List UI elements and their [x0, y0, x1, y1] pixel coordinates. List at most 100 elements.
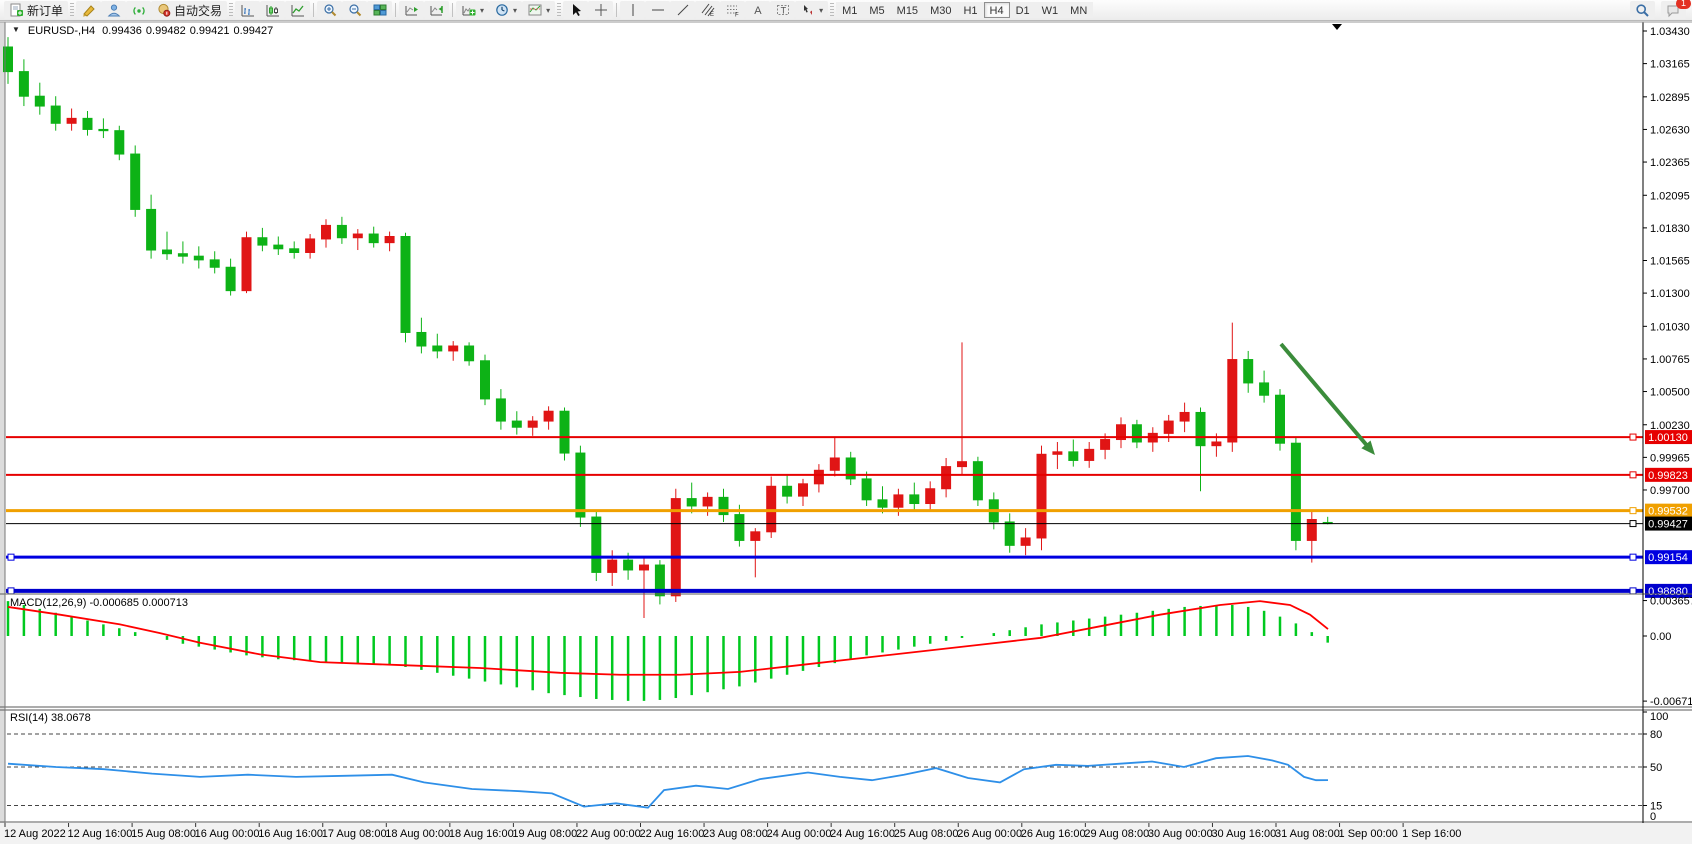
auto-trading-button[interactable]: 自动交易 — [151, 1, 227, 19]
candle — [163, 250, 172, 254]
crosshair-button[interactable] — [588, 1, 613, 19]
candle — [274, 245, 283, 249]
price-label-text: 0.99427 — [1648, 519, 1688, 531]
price-label-text: 0.99823 — [1648, 470, 1688, 482]
candle — [369, 234, 378, 243]
price-tick-label: 1.00765 — [1650, 354, 1690, 366]
notifications-button[interactable]: 1 — [1661, 1, 1686, 19]
line-chart-button[interactable] — [285, 1, 310, 19]
dropdown-caret: ▾ — [480, 6, 484, 15]
price-tick-label: 1.01300 — [1650, 288, 1690, 300]
tf-mn-button[interactable]: MN — [1064, 2, 1093, 18]
signal-icon — [131, 3, 146, 18]
chart-shift-button[interactable] — [424, 1, 449, 19]
candle — [1085, 449, 1094, 460]
candle — [1228, 360, 1237, 442]
macd-values: -0.000685 0.000713 — [89, 597, 187, 609]
hline-handle[interactable] — [1630, 521, 1636, 527]
candle — [671, 499, 680, 596]
candle — [1132, 425, 1141, 442]
candle — [258, 238, 267, 245]
dropdown-caret: ▾ — [513, 6, 517, 15]
hline-handle[interactable] — [8, 588, 14, 594]
signal-button[interactable] — [126, 1, 151, 19]
candle — [528, 421, 537, 427]
toolbar-grip — [557, 3, 561, 17]
macd-label: MACD(12,26,9) -0.000685 0.000713 — [10, 597, 188, 609]
tf-m30-button[interactable]: M30 — [924, 2, 957, 18]
bar-chart-button[interactable] — [235, 1, 260, 19]
open-value: 0.99436 — [102, 25, 142, 37]
equidistant-channel-icon: E — [700, 3, 715, 18]
periods-button[interactable]: ▾ — [489, 1, 522, 19]
profile-button[interactable] — [101, 1, 126, 19]
tf-h4-button[interactable]: H4 — [984, 2, 1010, 18]
candle — [1069, 452, 1078, 461]
hline-handle[interactable] — [1630, 472, 1636, 478]
new-order-button[interactable]: 新订单 — [4, 1, 68, 19]
date-label: 12 Aug 16:00 — [68, 828, 133, 840]
candle — [99, 129, 108, 130]
hline-handle[interactable] — [1630, 554, 1636, 560]
text-label-tool[interactable]: T — [770, 1, 795, 19]
date-label: 16 Aug 16:00 — [258, 828, 323, 840]
hline-handle[interactable] — [1630, 508, 1636, 514]
fibonacci-tool[interactable]: F — [720, 1, 745, 19]
cursor-button[interactable] — [563, 1, 588, 19]
profile-icon — [106, 3, 121, 18]
candle — [1164, 421, 1173, 433]
tf-w1-button[interactable]: W1 — [1036, 2, 1065, 18]
zoom-in-button[interactable] — [317, 1, 342, 19]
candle — [894, 495, 903, 507]
chart-title: ▼ EURUSD-,H4 0.99436 0.99482 0.99421 0.9… — [12, 25, 273, 37]
indicators-button[interactable]: ▾ — [456, 1, 489, 19]
date-label: 15 Aug 08:00 — [131, 828, 196, 840]
fibonacci-icon: F — [725, 3, 740, 18]
text-icon: A — [750, 3, 765, 18]
price-tick-label: 1.02895 — [1650, 92, 1690, 104]
candle — [67, 118, 76, 123]
chart-canvas[interactable]: 10080501501.001300.998230.995320.994270.… — [0, 0, 1692, 844]
rsi-tick-label: 100 — [1650, 711, 1668, 723]
search-icon — [1635, 3, 1650, 18]
candle — [910, 495, 919, 504]
arrows-icon — [800, 3, 815, 18]
date-label: 26 Aug 00:00 — [957, 828, 1022, 840]
arrows-tool[interactable]: ▾ — [795, 1, 828, 19]
clock-icon — [494, 3, 509, 18]
rsi-tick-label: 80 — [1650, 729, 1662, 741]
candle — [1180, 412, 1189, 421]
toolbar-separator — [616, 3, 617, 17]
vertical-line-tool[interactable] — [620, 1, 645, 19]
tile-windows-button[interactable] — [367, 1, 392, 19]
trendline-tool[interactable] — [670, 1, 695, 19]
tf-m1-button[interactable]: M1 — [836, 2, 863, 18]
text-tool[interactable]: A — [745, 1, 770, 19]
cursor-icon — [568, 3, 583, 18]
candle — [226, 267, 235, 290]
date-label: 25 Aug 08:00 — [894, 828, 959, 840]
horizontal-line-tool[interactable] — [645, 1, 670, 19]
tf-m15-button[interactable]: M15 — [891, 2, 924, 18]
candle — [115, 131, 124, 154]
tf-h1-button[interactable]: H1 — [957, 2, 983, 18]
hline-handle[interactable] — [1630, 588, 1636, 594]
hline-handle[interactable] — [1630, 434, 1636, 440]
auto-scroll-button[interactable] — [399, 1, 424, 19]
macd-tick-label: 0.003657 — [1650, 596, 1692, 608]
channel-tool[interactable]: E — [695, 1, 720, 19]
hline-handle[interactable] — [8, 554, 14, 560]
crayon-icon — [81, 3, 96, 18]
tf-m5-button[interactable]: M5 — [863, 2, 890, 18]
templates-button[interactable]: ▾ — [522, 1, 555, 19]
collapse-triangle-icon[interactable]: ▼ — [12, 25, 20, 37]
search-button[interactable] — [1630, 1, 1655, 19]
price-tick-label: 0.99700 — [1650, 485, 1690, 497]
svg-text:A: A — [754, 5, 762, 17]
tf-d1-button[interactable]: D1 — [1010, 2, 1036, 18]
date-label: 12 Aug 2022 — [4, 828, 66, 840]
toolbar-separator — [395, 3, 396, 17]
zoom-out-button[interactable] — [342, 1, 367, 19]
crayon-button[interactable] — [76, 1, 101, 19]
candlestick-chart-button[interactable] — [260, 1, 285, 19]
